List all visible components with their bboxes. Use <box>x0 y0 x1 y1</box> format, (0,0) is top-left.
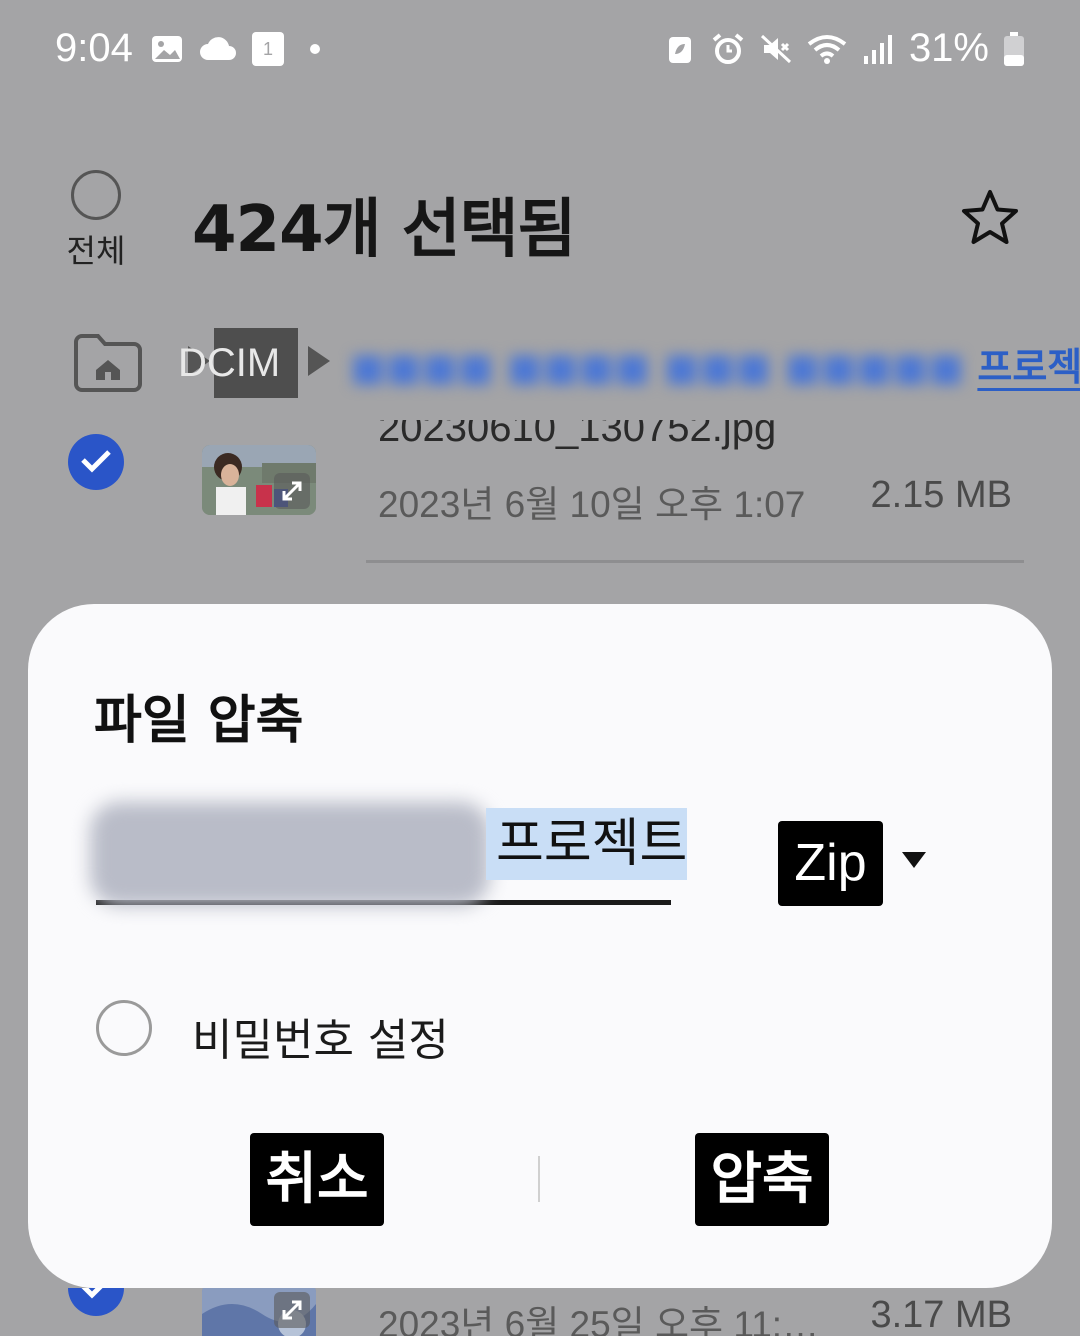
file-name: 20230610_130752.jpg <box>378 420 777 450</box>
dot-icon <box>310 44 320 54</box>
page-title: 424개 선택됨 <box>192 193 576 267</box>
status-bar: 9:04 1 31% <box>0 0 1080 100</box>
dialog-title: 파일 압축 <box>94 691 304 751</box>
button-separator <box>538 1156 540 1202</box>
password-label[interactable]: 비밀번호 설정 <box>192 1004 449 1068</box>
check-icon <box>81 1288 103 1299</box>
file-thumbnail <box>202 445 316 515</box>
breadcrumb-dcim-label: DCIM <box>178 341 281 385</box>
list-item[interactable]: 20230610_130752.jpg 2023년 6월 10일 오후 1:07… <box>0 420 1080 570</box>
select-all-toggle[interactable]: 전체 <box>60 170 132 272</box>
file-size: 2.15 MB <box>870 474 1012 516</box>
cancel-button[interactable]: 취소 <box>250 1133 384 1226</box>
format-dropdown[interactable]: Zip <box>778 821 883 906</box>
battery-saver-icon <box>668 36 691 63</box>
breadcrumb-current-label: 프로젝트 <box>977 345 1080 389</box>
signal-icon <box>863 34 892 64</box>
calendar-icon: 1 <box>252 32 284 66</box>
file-size: 3.17 MB <box>870 1294 1012 1336</box>
file-date: 2023년 6월 10일 오후 1:07 <box>378 484 806 525</box>
breadcrumb-dcim[interactable]: DCIM <box>178 328 299 398</box>
expand-icon[interactable] <box>274 473 310 509</box>
calendar-day: 1 <box>262 39 273 59</box>
status-right-icons: 31% <box>663 26 1025 71</box>
alarm-icon <box>712 32 744 64</box>
redacted-text: ■■■■ ■■■■ ■■■ ■■■■■ <box>350 345 978 389</box>
file-thumbnail <box>202 1288 316 1336</box>
check-icon <box>81 450 111 473</box>
gallery-icon <box>152 36 182 62</box>
status-left-icons: 1 <box>150 32 332 66</box>
file-date: 2023년 6월 25일 오후 11:… <box>378 1304 820 1336</box>
select-all-label: 전체 <box>66 232 126 270</box>
battery-percent: 31% <box>908 26 989 70</box>
list-item[interactable]: 2023년 6월 25일 오후 11:… 3.17 MB <box>0 1288 1080 1336</box>
expand-icon[interactable] <box>274 1292 310 1328</box>
wifi-icon <box>807 34 847 64</box>
redacted-text <box>90 802 490 906</box>
star-icon[interactable] <box>958 186 1022 250</box>
compress-dialog: 파일 압축 프로젝트 Zip 비밀번호 설정 취소 압축 <box>28 604 1052 1288</box>
breadcrumb-arrow-2 <box>308 346 330 376</box>
home-folder-icon[interactable] <box>72 332 144 394</box>
cloud-icon <box>200 37 236 60</box>
compress-button[interactable]: 압축 <box>695 1133 829 1226</box>
password-radio[interactable] <box>96 1000 152 1056</box>
archive-name-input[interactable]: 프로젝트 <box>90 802 688 906</box>
list-divider <box>366 560 1024 563</box>
select-all-radio[interactable] <box>71 170 121 220</box>
breadcrumb-current-folder[interactable]: ■■■■ ■■■■ ■■■ ■■■■■ 프로젝트 <box>350 336 1080 391</box>
chevron-down-icon[interactable] <box>902 852 926 868</box>
item-checkbox[interactable] <box>68 434 124 490</box>
mute-icon <box>760 34 791 63</box>
status-time: 9:04 <box>55 26 133 70</box>
archive-name-selection: 프로젝트 <box>486 808 688 880</box>
item-checkbox[interactable] <box>68 1288 124 1316</box>
battery-icon <box>1004 31 1024 66</box>
